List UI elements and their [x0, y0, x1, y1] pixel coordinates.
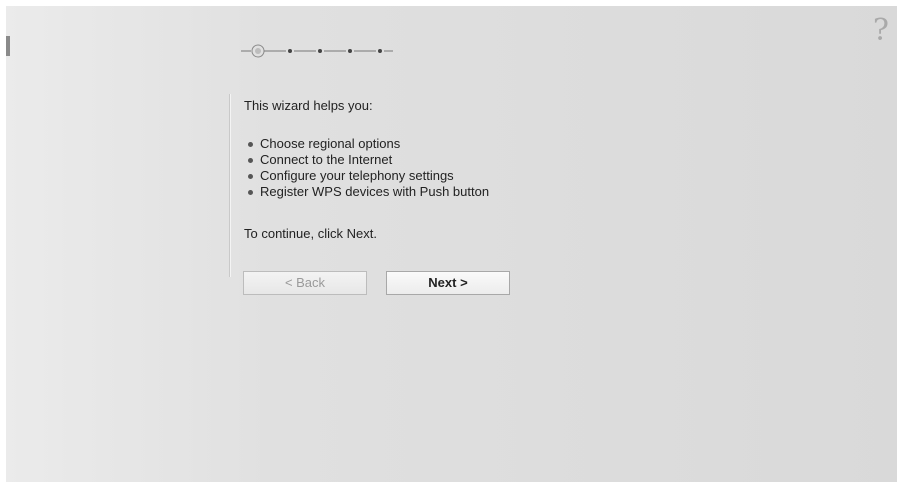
progress-step-dot	[288, 49, 292, 53]
wizard-progress-indicator	[241, 44, 393, 58]
question-mark-icon[interactable]: ?	[873, 16, 889, 46]
list-item: Choose regional options	[244, 136, 489, 152]
list-item-label: Connect to the Internet	[260, 152, 393, 167]
wizard-intro-text: This wizard helps you:	[244, 98, 373, 113]
progress-step-dot	[348, 49, 352, 53]
bullet-icon	[248, 190, 253, 195]
progress-current-dot	[255, 48, 261, 54]
progress-step-dot	[318, 49, 322, 53]
next-button[interactable]: Next >	[386, 271, 510, 295]
list-item-label: Register WPS devices with Push button	[260, 184, 490, 199]
list-item: Connect to the Internet	[244, 152, 489, 168]
back-button[interactable]: < Back	[243, 271, 367, 295]
bullet-icon	[248, 158, 253, 163]
list-item-label: Configure your telephony settings	[260, 168, 454, 183]
wizard-feature-list: Choose regional options Connect to the I…	[244, 136, 489, 200]
progress-step-dot	[378, 49, 382, 53]
wizard-content: This wizard helps you: Choose regional o…	[230, 94, 570, 277]
bullet-icon	[248, 174, 253, 179]
list-item-label: Choose regional options	[260, 136, 401, 151]
list-item: Register WPS devices with Push button	[244, 184, 489, 200]
left-edge-marker	[6, 36, 10, 56]
wizard-continue-text: To continue, click Next.	[244, 226, 377, 241]
list-item: Configure your telephony settings	[244, 168, 489, 184]
wizard-page: ? This wizard helps you: Choose regional…	[6, 6, 897, 482]
bullet-icon	[248, 142, 253, 147]
